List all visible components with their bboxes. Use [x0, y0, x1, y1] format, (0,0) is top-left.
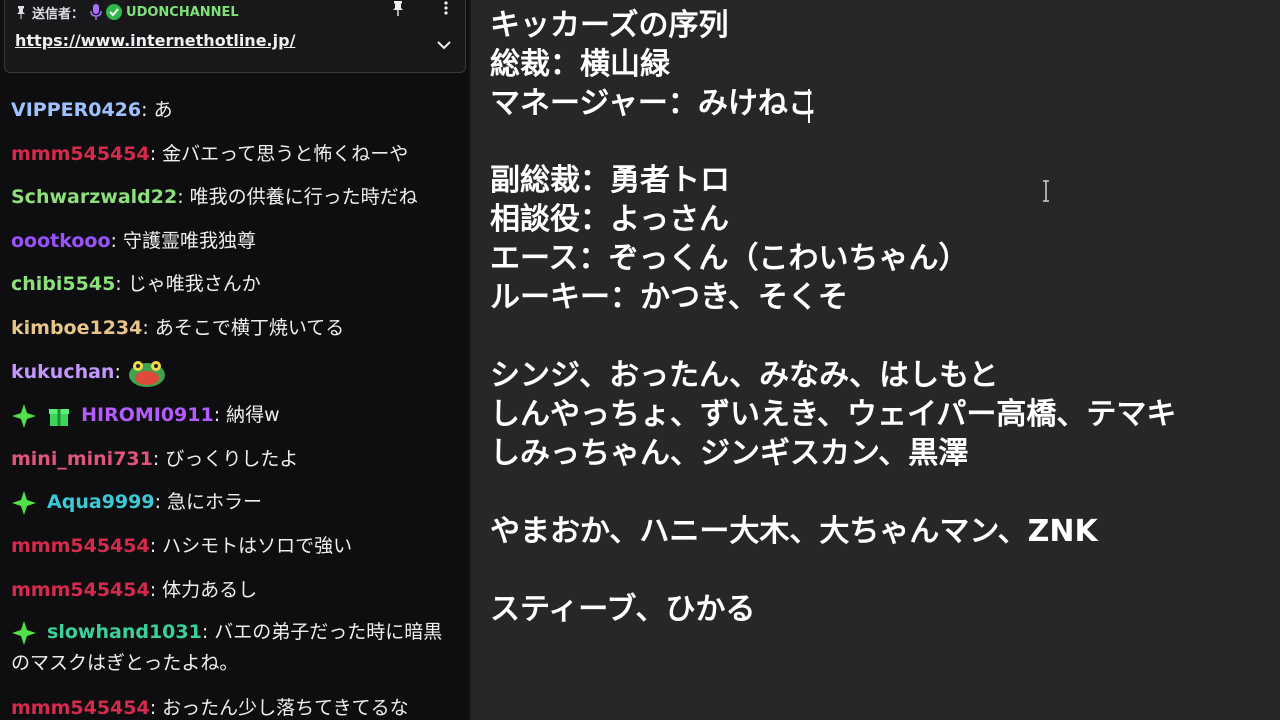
chat-username[interactable]: mmm545454 — [11, 697, 150, 719]
chat-username[interactable]: chibi5545 — [11, 273, 115, 295]
chat-panel: ー ー ー ー VIPPER0426: あ mmm545454: 金バエって思う… — [0, 0, 469, 720]
chat-message: Aqua9999: 急にホラー — [11, 486, 461, 518]
editor-line[interactable]: マネージャー：みけねこ — [490, 85, 818, 123]
prime-sparkle-icon — [12, 620, 36, 645]
text-cursor-icon — [1043, 180, 1049, 202]
chat-text: 守護霊唯我独尊 — [122, 230, 256, 252]
editor-line[interactable]: 副総裁：勇者トロ — [490, 162, 730, 200]
chat-username[interactable]: HIROMI0911 — [81, 404, 214, 426]
prime-sparkle-icon — [12, 490, 36, 515]
editor-line[interactable]: シンジ、おったん、みなみ、はしもと — [490, 357, 999, 395]
chat-username[interactable]: kukuchan — [11, 361, 114, 383]
pinned-header: 送信者： UDONCHANNEL — [15, 3, 455, 22]
pin-icon[interactable] — [391, 0, 405, 16]
chat-text: おったん少し落ちてきてるな — [162, 697, 409, 719]
text-editor[interactable]: キッカーズの序列 総裁：横山緑 マネージャー：みけねこ 副総裁：勇者トロ 相談役… — [471, 0, 1280, 720]
microphone-icon — [90, 4, 102, 20]
chat-username[interactable]: kimboe1234 — [11, 317, 142, 339]
prime-sparkle-icon — [12, 403, 36, 428]
editor-line[interactable]: 総裁：横山緑 — [490, 46, 670, 84]
chat-username[interactable]: VIPPER0426 — [11, 99, 141, 121]
editor-line[interactable]: ルーキー：かつき、そくそ — [490, 279, 848, 317]
chat-message: mmm545454: 体力あるし — [11, 579, 258, 601]
verified-badge-icon — [106, 4, 123, 20]
chat-text: じゃ唯我さんか — [127, 273, 261, 295]
chat-username[interactable]: Aqua9999 — [47, 491, 155, 513]
chat-text: あそこで横丁焼いてる — [154, 317, 345, 339]
chat-message: Schwarzwald22: 唯我の供養に行った時だね — [11, 186, 418, 208]
chat-username[interactable]: Schwarzwald22 — [11, 186, 177, 208]
chat-username[interactable]: slowhand1031 — [47, 621, 202, 643]
chat-username[interactable]: mmm545454 — [11, 579, 150, 601]
chat-text: 唯我の供養に行った時だね — [189, 186, 418, 208]
chat-message: slowhand1031: バエの弟子だった時に暗黒のマスクはぎとったよね。 — [11, 620, 443, 674]
chat-message: VIPPER0426: あ — [11, 99, 173, 121]
chat-text: ハシモトはソロで強い — [162, 535, 353, 557]
chat-text: 金バエって思うと怖くねーや — [162, 143, 409, 165]
chat-username[interactable]: mmm545454 — [11, 535, 150, 557]
chat-text: 急にホラー — [167, 491, 263, 513]
chat-text: 納得w — [226, 404, 280, 426]
chat-message: kimboe1234: あそこで横丁焼いてる — [11, 317, 345, 339]
more-vertical-icon[interactable] — [439, 0, 453, 16]
chat-text: びっくりしたよ — [165, 448, 299, 470]
pinned-message[interactable]: 送信者： UDONCHANNEL https://www.internethot… — [4, 0, 466, 73]
chat-message: mmm545454: 金バエって思うと怖くねーや — [11, 143, 409, 165]
sender-name[interactable]: UDONCHANNEL — [126, 5, 239, 20]
chat-username[interactable]: mmm545454 — [11, 143, 150, 165]
chat-text: 体力あるし — [162, 579, 258, 601]
editor-line[interactable]: 相談役：よっさん — [490, 201, 729, 239]
editor-line[interactable]: スティーブ、ひかる — [490, 591, 756, 629]
chat-message: kukuchan: — [11, 356, 461, 388]
chevron-down-icon[interactable] — [437, 40, 451, 50]
chat-text: あ — [153, 99, 173, 121]
text-caret — [808, 89, 810, 123]
chat-message: oootkooo: 守護霊唯我独尊 — [11, 230, 256, 252]
frog-emote-icon — [128, 360, 165, 387]
chat-message: mmm545454: おったん少し落ちてきてるな — [11, 697, 409, 719]
sub-gift-icon — [49, 408, 70, 426]
chat-message: HIROMI0911: 納得w — [11, 399, 461, 431]
editor-line[interactable]: エース：ぞっくん（こわいちゃん） — [490, 240, 969, 278]
sender-label: 送信者： — [32, 6, 85, 22]
chat-username[interactable]: oootkooo — [11, 230, 111, 252]
editor-line[interactable]: しんやっちょ、ずいえき、ウェイパー高橋、テマキ — [490, 396, 1176, 434]
editor-line[interactable]: キッカーズの序列 — [490, 7, 729, 45]
chat-message: chibi5545: じゃ唯我さんか — [11, 273, 261, 295]
pinned-link[interactable]: https://www.internethotline.jp/ — [15, 31, 295, 50]
pin-icon — [17, 6, 25, 19]
chat-message: mini_mini731: びっくりしたよ — [11, 448, 299, 470]
chat-username[interactable]: mini_mini731 — [11, 448, 153, 470]
editor-line[interactable]: しみっちゃん、ジンギスカン、黒澤 — [490, 435, 968, 473]
editor-line[interactable]: やまおか、ハニー大木、大ちゃんマン、ZNK — [490, 513, 1098, 551]
chat-message: mmm545454: ハシモトはソロで強い — [11, 535, 353, 557]
